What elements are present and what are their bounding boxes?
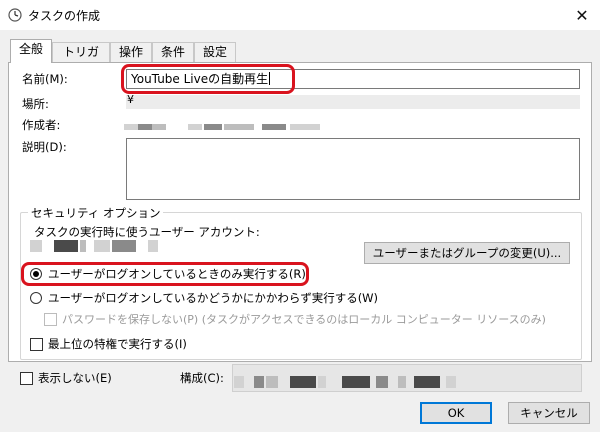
account-redacted (112, 240, 136, 252)
location-field (126, 95, 580, 109)
hidden-checkbox[interactable] (20, 372, 33, 385)
account-redacted (94, 240, 110, 252)
name-label: 名前(M): (22, 72, 68, 86)
account-label: タスクの実行時に使うユーザー アカウント: (34, 225, 260, 239)
location-label: 場所: (22, 97, 49, 111)
config-redacted (290, 376, 316, 388)
config-redacted (414, 376, 440, 388)
config-dropdown[interactable] (232, 364, 582, 392)
close-icon[interactable]: ✕ (575, 6, 588, 25)
author-label: 作成者: (22, 118, 61, 132)
hidden-label[interactable]: 表示しない(E) (38, 370, 112, 386)
author-redacted (124, 124, 138, 130)
task-scheduler-icon (8, 8, 22, 22)
location-value: ¥ (127, 93, 134, 106)
config-redacted (318, 376, 326, 388)
config-redacted (234, 376, 244, 388)
radio-run-whether-logged-on-label[interactable]: ユーザーがログオンしているかどうかにかかわらず実行する(W) (48, 290, 378, 306)
ok-button[interactable]: OK (420, 402, 492, 424)
close-button[interactable]: ✕ (568, 2, 596, 28)
tab-actions[interactable]: 操作 (110, 42, 152, 62)
author-redacted (138, 124, 152, 130)
cancel-button[interactable]: キャンセル (508, 402, 590, 424)
account-redacted (80, 240, 86, 252)
name-highlight (121, 64, 295, 94)
config-redacted (446, 376, 456, 388)
no-password-checkbox[interactable] (44, 313, 57, 326)
security-options-title: セキュリティ オプション (28, 205, 164, 221)
author-redacted (204, 124, 222, 130)
change-user-button[interactable]: ユーザーまたはグループの変更(U)... (364, 242, 570, 264)
author-redacted (262, 124, 286, 130)
config-redacted (266, 376, 278, 388)
config-redacted (398, 376, 406, 388)
description-label: 説明(D): (22, 140, 67, 154)
tab-general[interactable]: 全般 (10, 39, 52, 63)
highest-privileges-label[interactable]: 最上位の特権で実行する(I) (48, 336, 187, 352)
config-redacted (376, 376, 388, 388)
author-redacted (290, 124, 320, 130)
radio-highlight (21, 262, 309, 286)
no-password-label: パスワードを保存しない(P) (タスクがアクセスできるのはローカル コンピュータ… (62, 313, 546, 326)
author-redacted (152, 124, 166, 130)
author-redacted (224, 124, 254, 130)
account-redacted (30, 240, 42, 252)
account-redacted (148, 240, 158, 252)
account-redacted (54, 240, 78, 252)
config-label: 構成(C): (180, 371, 224, 385)
description-textarea[interactable] (126, 138, 580, 200)
config-redacted (342, 376, 370, 388)
tab-conditions[interactable]: 条件 (152, 42, 194, 62)
tab-triggers[interactable]: トリガー (52, 42, 110, 77)
author-redacted (188, 124, 202, 130)
window-title: タスクの作成 (28, 9, 101, 23)
config-redacted (254, 376, 264, 388)
highest-privileges-checkbox[interactable] (30, 338, 43, 351)
tab-settings[interactable]: 設定 (194, 42, 236, 62)
radio-run-whether-logged-on[interactable] (30, 292, 42, 304)
